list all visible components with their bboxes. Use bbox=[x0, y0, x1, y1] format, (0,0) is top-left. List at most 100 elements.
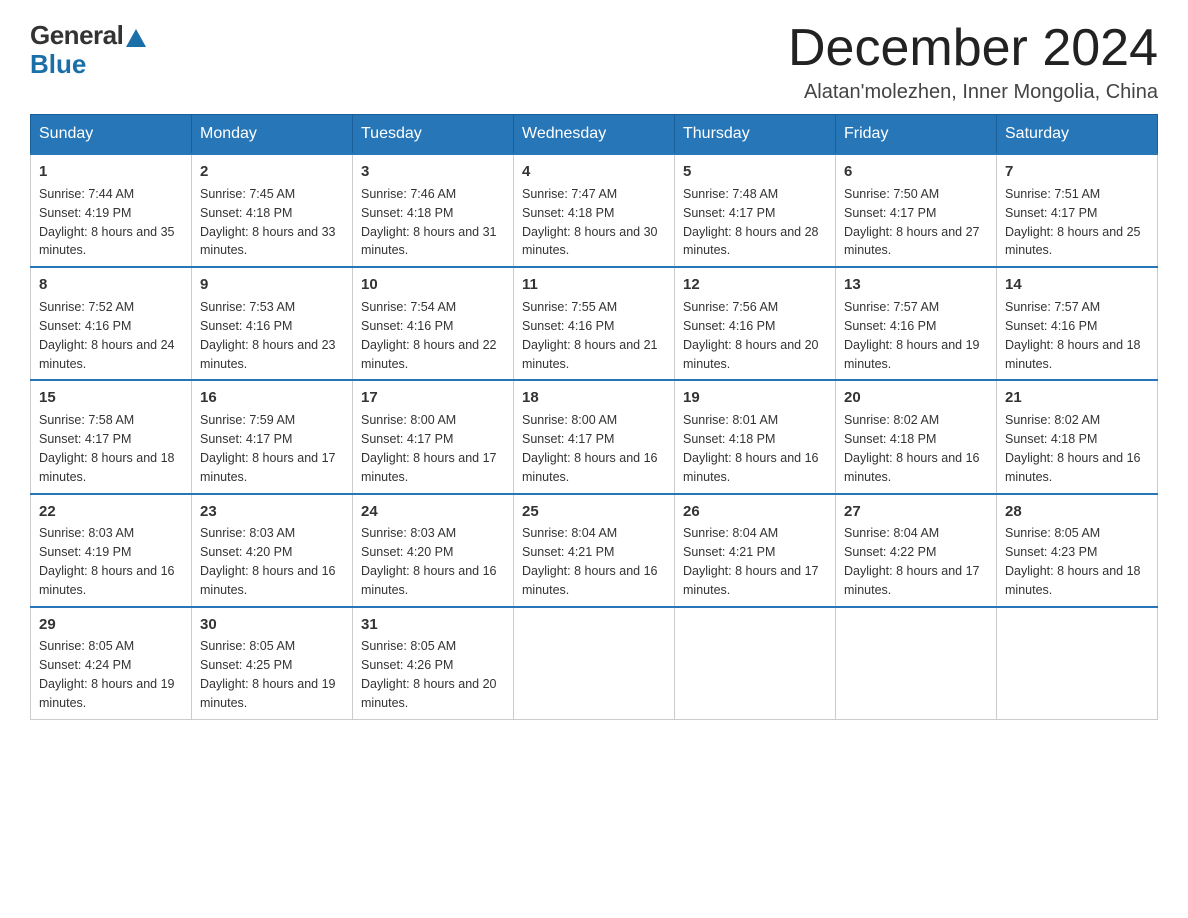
table-row: 17 Sunrise: 8:00 AMSunset: 4:17 PMDaylig… bbox=[353, 380, 514, 493]
day-info: Sunrise: 7:46 AMSunset: 4:18 PMDaylight:… bbox=[361, 187, 497, 258]
table-row: 9 Sunrise: 7:53 AMSunset: 4:16 PMDayligh… bbox=[192, 267, 353, 380]
day-info: Sunrise: 8:02 AMSunset: 4:18 PMDaylight:… bbox=[1005, 413, 1141, 484]
day-info: Sunrise: 7:58 AMSunset: 4:17 PMDaylight:… bbox=[39, 413, 175, 484]
day-number: 17 bbox=[361, 387, 505, 409]
day-number: 6 bbox=[844, 161, 988, 183]
day-number: 3 bbox=[361, 161, 505, 183]
week-row-1: 1 Sunrise: 7:44 AMSunset: 4:19 PMDayligh… bbox=[31, 154, 1158, 267]
table-row: 8 Sunrise: 7:52 AMSunset: 4:16 PMDayligh… bbox=[31, 267, 192, 380]
day-info: Sunrise: 8:04 AMSunset: 4:21 PMDaylight:… bbox=[522, 526, 658, 597]
day-number: 5 bbox=[683, 161, 827, 183]
day-info: Sunrise: 7:54 AMSunset: 4:16 PMDaylight:… bbox=[361, 300, 497, 371]
table-row: 22 Sunrise: 8:03 AMSunset: 4:19 PMDaylig… bbox=[31, 494, 192, 607]
table-row: 3 Sunrise: 7:46 AMSunset: 4:18 PMDayligh… bbox=[353, 154, 514, 267]
table-row: 18 Sunrise: 8:00 AMSunset: 4:17 PMDaylig… bbox=[514, 380, 675, 493]
day-number: 13 bbox=[844, 274, 988, 296]
day-info: Sunrise: 7:44 AMSunset: 4:19 PMDaylight:… bbox=[39, 187, 175, 258]
table-row: 5 Sunrise: 7:48 AMSunset: 4:17 PMDayligh… bbox=[675, 154, 836, 267]
table-row: 10 Sunrise: 7:54 AMSunset: 4:16 PMDaylig… bbox=[353, 267, 514, 380]
location-title: Alatan'molezhen, Inner Mongolia, China bbox=[788, 81, 1158, 104]
day-number: 11 bbox=[522, 274, 666, 296]
day-number: 14 bbox=[1005, 274, 1149, 296]
day-info: Sunrise: 8:01 AMSunset: 4:18 PMDaylight:… bbox=[683, 413, 819, 484]
day-info: Sunrise: 8:03 AMSunset: 4:19 PMDaylight:… bbox=[39, 526, 175, 597]
table-row: 4 Sunrise: 7:47 AMSunset: 4:18 PMDayligh… bbox=[514, 154, 675, 267]
header-sunday: Sunday bbox=[31, 115, 192, 155]
day-number: 9 bbox=[200, 274, 344, 296]
table-row: 14 Sunrise: 7:57 AMSunset: 4:16 PMDaylig… bbox=[997, 267, 1158, 380]
table-row: 25 Sunrise: 8:04 AMSunset: 4:21 PMDaylig… bbox=[514, 494, 675, 607]
calendar-table: Sunday Monday Tuesday Wednesday Thursday… bbox=[30, 114, 1158, 720]
day-info: Sunrise: 8:05 AMSunset: 4:24 PMDaylight:… bbox=[39, 639, 175, 710]
header-wednesday: Wednesday bbox=[514, 115, 675, 155]
day-info: Sunrise: 8:00 AMSunset: 4:17 PMDaylight:… bbox=[522, 413, 658, 484]
table-row: 7 Sunrise: 7:51 AMSunset: 4:17 PMDayligh… bbox=[997, 154, 1158, 267]
header-tuesday: Tuesday bbox=[353, 115, 514, 155]
day-number: 28 bbox=[1005, 501, 1149, 523]
day-info: Sunrise: 7:59 AMSunset: 4:17 PMDaylight:… bbox=[200, 413, 336, 484]
day-info: Sunrise: 8:05 AMSunset: 4:26 PMDaylight:… bbox=[361, 639, 497, 710]
day-info: Sunrise: 8:03 AMSunset: 4:20 PMDaylight:… bbox=[200, 526, 336, 597]
table-row: 15 Sunrise: 7:58 AMSunset: 4:17 PMDaylig… bbox=[31, 380, 192, 493]
day-info: Sunrise: 8:04 AMSunset: 4:22 PMDaylight:… bbox=[844, 526, 980, 597]
day-info: Sunrise: 7:50 AMSunset: 4:17 PMDaylight:… bbox=[844, 187, 980, 258]
day-number: 2 bbox=[200, 161, 344, 183]
logo-blue-text: Blue bbox=[30, 49, 86, 80]
day-number: 29 bbox=[39, 614, 183, 636]
header-friday: Friday bbox=[836, 115, 997, 155]
header-saturday: Saturday bbox=[997, 115, 1158, 155]
table-row: 27 Sunrise: 8:04 AMSunset: 4:22 PMDaylig… bbox=[836, 494, 997, 607]
day-number: 24 bbox=[361, 501, 505, 523]
header-thursday: Thursday bbox=[675, 115, 836, 155]
day-number: 19 bbox=[683, 387, 827, 409]
day-info: Sunrise: 8:00 AMSunset: 4:17 PMDaylight:… bbox=[361, 413, 497, 484]
day-number: 8 bbox=[39, 274, 183, 296]
day-number: 20 bbox=[844, 387, 988, 409]
page-header: General Blue December 2024 Alatan'molezh… bbox=[30, 20, 1158, 104]
table-row: 13 Sunrise: 7:57 AMSunset: 4:16 PMDaylig… bbox=[836, 267, 997, 380]
day-info: Sunrise: 8:05 AMSunset: 4:25 PMDaylight:… bbox=[200, 639, 336, 710]
week-row-3: 15 Sunrise: 7:58 AMSunset: 4:17 PMDaylig… bbox=[31, 380, 1158, 493]
table-row: 16 Sunrise: 7:59 AMSunset: 4:17 PMDaylig… bbox=[192, 380, 353, 493]
header-monday: Monday bbox=[192, 115, 353, 155]
table-row: 1 Sunrise: 7:44 AMSunset: 4:19 PMDayligh… bbox=[31, 154, 192, 267]
table-row: 31 Sunrise: 8:05 AMSunset: 4:26 PMDaylig… bbox=[353, 607, 514, 720]
table-row: 19 Sunrise: 8:01 AMSunset: 4:18 PMDaylig… bbox=[675, 380, 836, 493]
table-row: 29 Sunrise: 8:05 AMSunset: 4:24 PMDaylig… bbox=[31, 607, 192, 720]
table-row: 12 Sunrise: 7:56 AMSunset: 4:16 PMDaylig… bbox=[675, 267, 836, 380]
day-number: 26 bbox=[683, 501, 827, 523]
day-info: Sunrise: 8:04 AMSunset: 4:21 PMDaylight:… bbox=[683, 526, 819, 597]
table-row: 20 Sunrise: 8:02 AMSunset: 4:18 PMDaylig… bbox=[836, 380, 997, 493]
week-row-2: 8 Sunrise: 7:52 AMSunset: 4:16 PMDayligh… bbox=[31, 267, 1158, 380]
day-number: 16 bbox=[200, 387, 344, 409]
table-row: 21 Sunrise: 8:02 AMSunset: 4:18 PMDaylig… bbox=[997, 380, 1158, 493]
weekday-header-row: Sunday Monday Tuesday Wednesday Thursday… bbox=[31, 115, 1158, 155]
day-info: Sunrise: 8:03 AMSunset: 4:20 PMDaylight:… bbox=[361, 526, 497, 597]
day-number: 12 bbox=[683, 274, 827, 296]
month-title: December 2024 bbox=[788, 20, 1158, 77]
table-row: 26 Sunrise: 8:04 AMSunset: 4:21 PMDaylig… bbox=[675, 494, 836, 607]
day-number: 15 bbox=[39, 387, 183, 409]
week-row-5: 29 Sunrise: 8:05 AMSunset: 4:24 PMDaylig… bbox=[31, 607, 1158, 720]
day-number: 18 bbox=[522, 387, 666, 409]
day-number: 23 bbox=[200, 501, 344, 523]
day-number: 7 bbox=[1005, 161, 1149, 183]
day-info: Sunrise: 7:51 AMSunset: 4:17 PMDaylight:… bbox=[1005, 187, 1141, 258]
table-row: 24 Sunrise: 8:03 AMSunset: 4:20 PMDaylig… bbox=[353, 494, 514, 607]
day-number: 22 bbox=[39, 501, 183, 523]
day-number: 4 bbox=[522, 161, 666, 183]
day-number: 25 bbox=[522, 501, 666, 523]
day-info: Sunrise: 7:56 AMSunset: 4:16 PMDaylight:… bbox=[683, 300, 819, 371]
table-row: 2 Sunrise: 7:45 AMSunset: 4:18 PMDayligh… bbox=[192, 154, 353, 267]
week-row-4: 22 Sunrise: 8:03 AMSunset: 4:19 PMDaylig… bbox=[31, 494, 1158, 607]
day-number: 1 bbox=[39, 161, 183, 183]
day-info: Sunrise: 8:02 AMSunset: 4:18 PMDaylight:… bbox=[844, 413, 980, 484]
day-info: Sunrise: 7:52 AMSunset: 4:16 PMDaylight:… bbox=[39, 300, 175, 371]
day-number: 31 bbox=[361, 614, 505, 636]
day-number: 30 bbox=[200, 614, 344, 636]
day-info: Sunrise: 7:55 AMSunset: 4:16 PMDaylight:… bbox=[522, 300, 658, 371]
title-section: December 2024 Alatan'molezhen, Inner Mon… bbox=[788, 20, 1158, 104]
table-row bbox=[514, 607, 675, 720]
logo-triangle-icon bbox=[126, 29, 146, 47]
table-row: 23 Sunrise: 8:03 AMSunset: 4:20 PMDaylig… bbox=[192, 494, 353, 607]
